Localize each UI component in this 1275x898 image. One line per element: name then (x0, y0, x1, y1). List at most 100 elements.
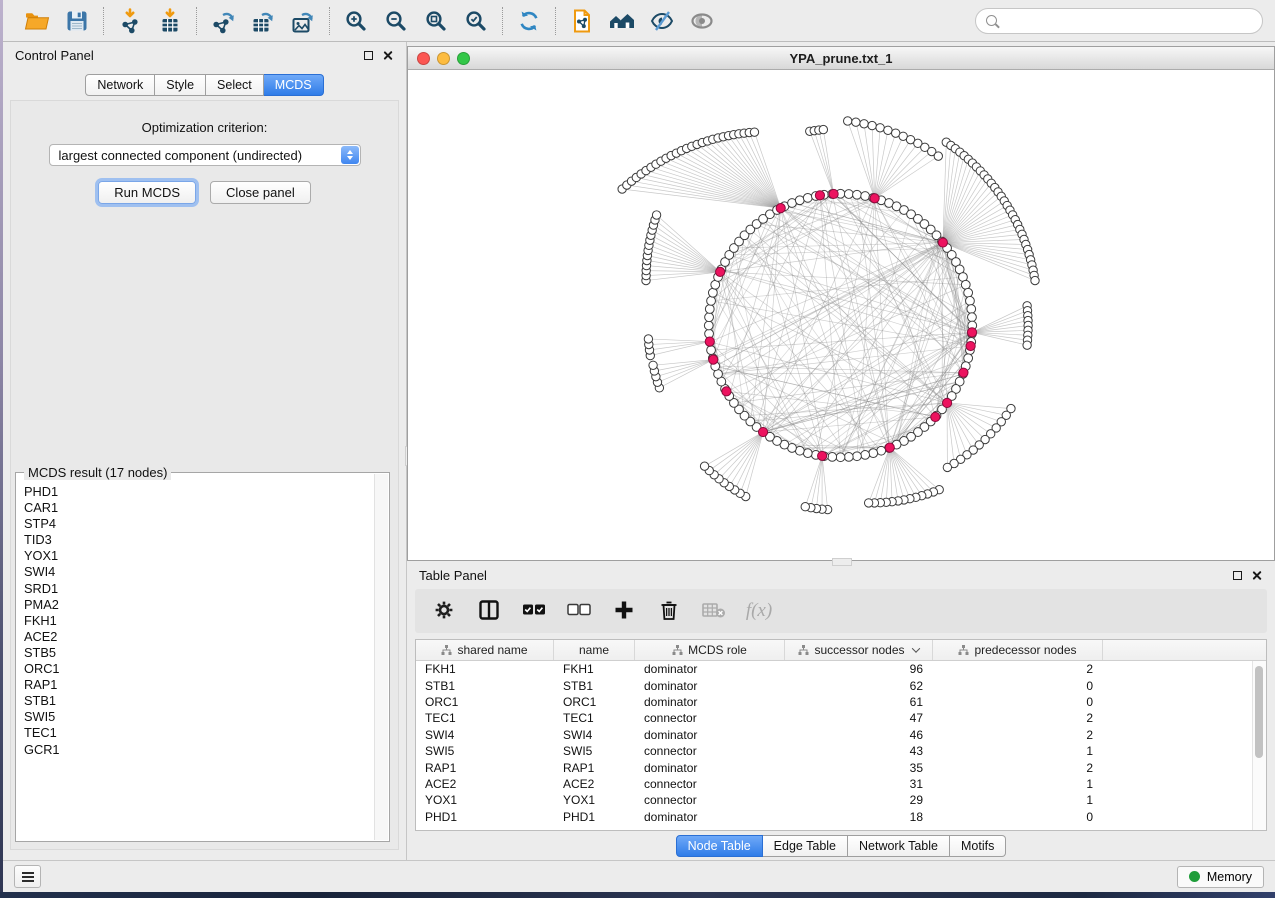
search-input[interactable] (1004, 13, 1252, 29)
zoom-out-button[interactable] (377, 5, 415, 37)
column-header-empty[interactable] (1103, 640, 1266, 660)
search-box[interactable] (975, 8, 1263, 34)
tab-motifs[interactable]: Motifs (950, 835, 1006, 857)
column-label: name (579, 643, 609, 657)
mcds-result-item[interactable]: STB1 (24, 693, 371, 709)
open-session-button[interactable] (18, 5, 56, 37)
tab-edge-table[interactable]: Edge Table (763, 835, 848, 857)
mcds-result-item[interactable]: GCR1 (24, 742, 371, 758)
table-cell: FKH1 (554, 662, 635, 676)
save-session-button[interactable] (58, 5, 96, 37)
zoom-selected-button[interactable] (457, 5, 495, 37)
import-table-button[interactable] (151, 5, 189, 37)
select-all-button[interactable] (522, 599, 546, 623)
window-minimize-icon[interactable] (437, 52, 450, 65)
mcds-result-item[interactable]: ACE2 (24, 629, 371, 645)
mcds-result-item[interactable]: FKH1 (24, 613, 371, 629)
export-image-button[interactable] (284, 5, 322, 37)
function-builder-button[interactable]: f(x) (747, 599, 771, 623)
zoom-in-button[interactable] (337, 5, 375, 37)
table-scrollbar[interactable] (1252, 661, 1266, 830)
mcds-result-item[interactable]: SWI4 (24, 564, 371, 580)
zoom-fit-button[interactable] (417, 5, 455, 37)
table-scrollbar-thumb[interactable] (1255, 666, 1263, 758)
table-row[interactable]: YOX1YOX1connector291 (416, 792, 1266, 808)
table-row[interactable]: PHD1PHD1dominator180 (416, 809, 1266, 825)
table-row[interactable]: FKH1FKH1dominator962 (416, 661, 1266, 677)
mcds-result-item[interactable]: RAP1 (24, 677, 371, 693)
refresh-icon (516, 8, 542, 34)
table-cell: 18 (785, 810, 933, 824)
mcds-tab-content: Optimization criterion: largest connecte… (10, 100, 399, 850)
fx-icon: f(x) (746, 600, 772, 622)
mcds-list-scrollbar[interactable] (374, 474, 388, 840)
trash-icon (659, 599, 679, 624)
network-window-titlebar[interactable]: YPA_prune.txt_1 (408, 47, 1274, 70)
delete-table-button[interactable] (702, 599, 726, 623)
run-mcds-button[interactable]: Run MCDS (98, 181, 196, 204)
mcds-result-item[interactable]: SRD1 (24, 581, 371, 597)
splitter-grip-horizontal[interactable] (832, 558, 852, 566)
share-network-document-button[interactable] (563, 5, 601, 37)
mcds-result-item[interactable]: STP4 (24, 516, 371, 532)
group-views-button[interactable] (603, 5, 641, 37)
attribute-type-icon (672, 645, 683, 655)
window-close-icon[interactable] (417, 52, 430, 65)
show-graphics-details-button[interactable] (683, 5, 721, 37)
task-history-button[interactable] (14, 865, 41, 888)
column-header-predecessor-nodes[interactable]: predecessor nodes (933, 640, 1103, 660)
table-row[interactable]: SWI5SWI5connector431 (416, 743, 1266, 759)
mcds-result-item[interactable]: STB5 (24, 645, 371, 661)
table-row[interactable]: STB1STB1dominator620 (416, 677, 1266, 693)
close-table-panel-button[interactable] (1252, 570, 1263, 581)
table-row[interactable]: SWI4SWI4dominator462 (416, 727, 1266, 743)
mcds-result-item[interactable]: ORC1 (24, 661, 371, 677)
export-table-button[interactable] (244, 5, 282, 37)
tab-node-table[interactable]: Node Table (676, 835, 763, 857)
float-panel-button[interactable] (364, 51, 373, 60)
open-folder-icon (24, 9, 50, 33)
table-row[interactable]: TEC1TEC1connector472 (416, 710, 1266, 726)
table-settings-button[interactable] (432, 599, 456, 623)
float-table-panel-button[interactable] (1233, 571, 1242, 580)
mcds-result-item[interactable]: TID3 (24, 532, 371, 548)
column-header-MCDS-role[interactable]: MCDS role (635, 640, 785, 660)
mcds-result-item[interactable]: PMA2 (24, 597, 371, 613)
save-floppy-icon (65, 9, 89, 33)
table-cell: dominator (635, 679, 785, 693)
table-row[interactable]: ACE2ACE2connector311 (416, 776, 1266, 792)
table-row[interactable]: RAP1RAP1dominator352 (416, 759, 1266, 775)
memory-button[interactable]: Memory (1177, 866, 1264, 888)
sort-descending-icon (911, 644, 919, 652)
tab-mcds[interactable]: MCDS (264, 74, 324, 96)
refresh-view-button[interactable] (510, 5, 548, 37)
import-network-button[interactable] (111, 5, 149, 37)
optimization-criterion-label: Optimization criterion: (11, 120, 398, 135)
table-cell: connector (635, 777, 785, 791)
mcds-result-item[interactable]: CAR1 (24, 500, 371, 516)
tab-select[interactable]: Select (206, 74, 264, 96)
deselect-all-button[interactable] (567, 599, 591, 623)
optimization-criterion-select[interactable]: largest connected component (undirected) (49, 144, 361, 166)
mcds-result-item[interactable]: PHD1 (24, 484, 371, 500)
close-panel-button-2[interactable]: Close panel (210, 181, 311, 204)
hide-graphics-details-button[interactable] (643, 5, 681, 37)
export-network-icon (210, 8, 236, 34)
tab-network-table[interactable]: Network Table (848, 835, 950, 857)
network-graph[interactable] (408, 70, 1274, 560)
export-network-button[interactable] (204, 5, 242, 37)
close-panel-button[interactable] (383, 50, 394, 61)
window-zoom-icon[interactable] (457, 52, 470, 65)
mcds-result-item[interactable]: TEC1 (24, 725, 371, 741)
column-header-shared-name[interactable]: shared name (416, 640, 554, 660)
column-header-name[interactable]: name (554, 640, 635, 660)
mcds-result-item[interactable]: YOX1 (24, 548, 371, 564)
add-column-button[interactable] (612, 599, 636, 623)
mcds-result-item[interactable]: SWI5 (24, 709, 371, 725)
table-row[interactable]: ORC1ORC1dominator610 (416, 694, 1266, 710)
delete-column-button[interactable] (657, 599, 681, 623)
tab-style[interactable]: Style (155, 74, 206, 96)
split-table-button[interactable] (477, 599, 501, 623)
tab-network[interactable]: Network (85, 74, 155, 96)
column-header-successor-nodes[interactable]: successor nodes (785, 640, 933, 660)
